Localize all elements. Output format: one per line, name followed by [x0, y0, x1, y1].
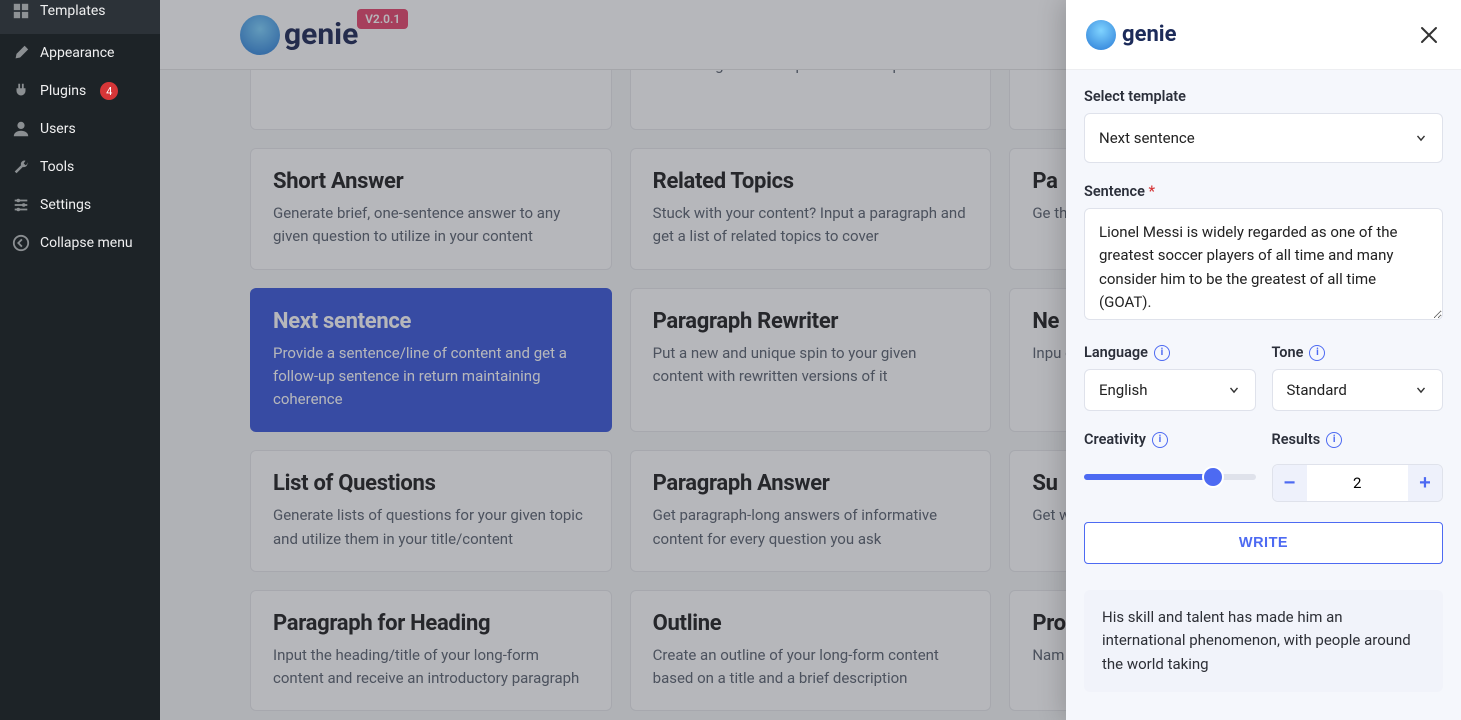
tone-label: Tone [1272, 344, 1304, 361]
results-label: Results [1272, 431, 1321, 448]
results-increment-button[interactable]: + [1408, 465, 1442, 501]
template-select[interactable]: Next sentence [1084, 113, 1443, 163]
chevron-down-icon [1227, 383, 1241, 397]
sentence-field: Sentence * [1084, 183, 1443, 324]
language-select[interactable]: English [1084, 369, 1256, 411]
tone-field: Tone i Standard [1272, 344, 1444, 411]
template-field: Select template Next sentence [1084, 88, 1443, 163]
brush-icon [12, 44, 30, 62]
panel-brand-text: genie [1122, 22, 1176, 47]
user-icon [12, 120, 30, 138]
panel-logo: genie [1086, 20, 1176, 50]
genie-side-panel: genie Select template Next sentence Sent… [1066, 0, 1461, 720]
sidebar-item-tools[interactable]: Tools [0, 148, 160, 186]
sidebar-item-label: Collapse menu [40, 235, 133, 251]
sidebar-item-settings[interactable]: Settings [0, 186, 160, 224]
sidebar-item-plugins[interactable]: Plugins 4 [0, 72, 160, 110]
sidebar-item-collapse[interactable]: Collapse menu [0, 224, 160, 262]
template-label: Select template [1084, 88, 1443, 105]
collapse-icon [12, 234, 30, 252]
language-field: Language i English [1084, 344, 1256, 411]
required-asterisk: * [1149, 183, 1156, 200]
sidebar-item-label: Plugins [40, 83, 86, 99]
sliders-icon [12, 196, 30, 214]
language-label: Language [1084, 344, 1148, 361]
info-icon[interactable]: i [1309, 345, 1325, 361]
sidebar-item-appearance[interactable]: Appearance [0, 34, 160, 72]
info-icon[interactable]: i [1326, 432, 1342, 448]
language-select-value: English [1099, 381, 1148, 399]
sidebar-item-label: Templates [40, 3, 106, 19]
results-field: Results i − 2 + [1272, 431, 1444, 502]
tone-select-value: Standard [1287, 381, 1347, 399]
panel-body: Select template Next sentence Sentence *… [1066, 70, 1461, 720]
results-stepper: − 2 + [1272, 464, 1444, 502]
panel-header: genie [1066, 0, 1461, 70]
sidebar-item-label: Tools [40, 159, 74, 175]
creativity-results-row: Creativity i Results i − 2 + [1084, 431, 1443, 502]
write-button[interactable]: WRITE [1084, 522, 1443, 564]
plug-icon [12, 82, 30, 100]
results-value: 2 [1307, 474, 1409, 492]
close-icon[interactable] [1417, 23, 1441, 47]
generated-result[interactable]: His skill and talent has made him an int… [1084, 590, 1443, 692]
template-select-value: Next sentence [1099, 129, 1195, 147]
wp-admin-sidebar: Templates Appearance Plugins 4 Users Too… [0, 0, 160, 720]
sidebar-item-label: Settings [40, 197, 91, 213]
chevron-down-icon [1414, 383, 1428, 397]
sidebar-item-templates[interactable]: Templates [0, 0, 160, 34]
creativity-label: Creativity [1084, 431, 1146, 448]
sentence-input[interactable] [1084, 208, 1443, 320]
wrench-icon [12, 158, 30, 176]
plugins-update-badge: 4 [100, 82, 118, 100]
info-icon[interactable]: i [1154, 345, 1170, 361]
templates-icon [12, 2, 30, 20]
chevron-down-icon [1414, 131, 1428, 145]
sidebar-item-label: Appearance [40, 45, 114, 61]
slider-thumb[interactable] [1204, 468, 1222, 486]
slider-fill [1084, 474, 1213, 480]
sidebar-item-users[interactable]: Users [0, 110, 160, 148]
results-decrement-button[interactable]: − [1273, 465, 1307, 501]
sidebar-item-label: Users [40, 121, 76, 137]
creativity-slider[interactable] [1084, 474, 1256, 480]
sentence-label: Sentence * [1084, 183, 1443, 200]
genie-mascot-icon [1086, 20, 1116, 50]
lang-tone-row: Language i English Tone i Standard [1084, 344, 1443, 411]
tone-select[interactable]: Standard [1272, 369, 1444, 411]
creativity-field: Creativity i [1084, 431, 1256, 502]
info-icon[interactable]: i [1152, 432, 1168, 448]
